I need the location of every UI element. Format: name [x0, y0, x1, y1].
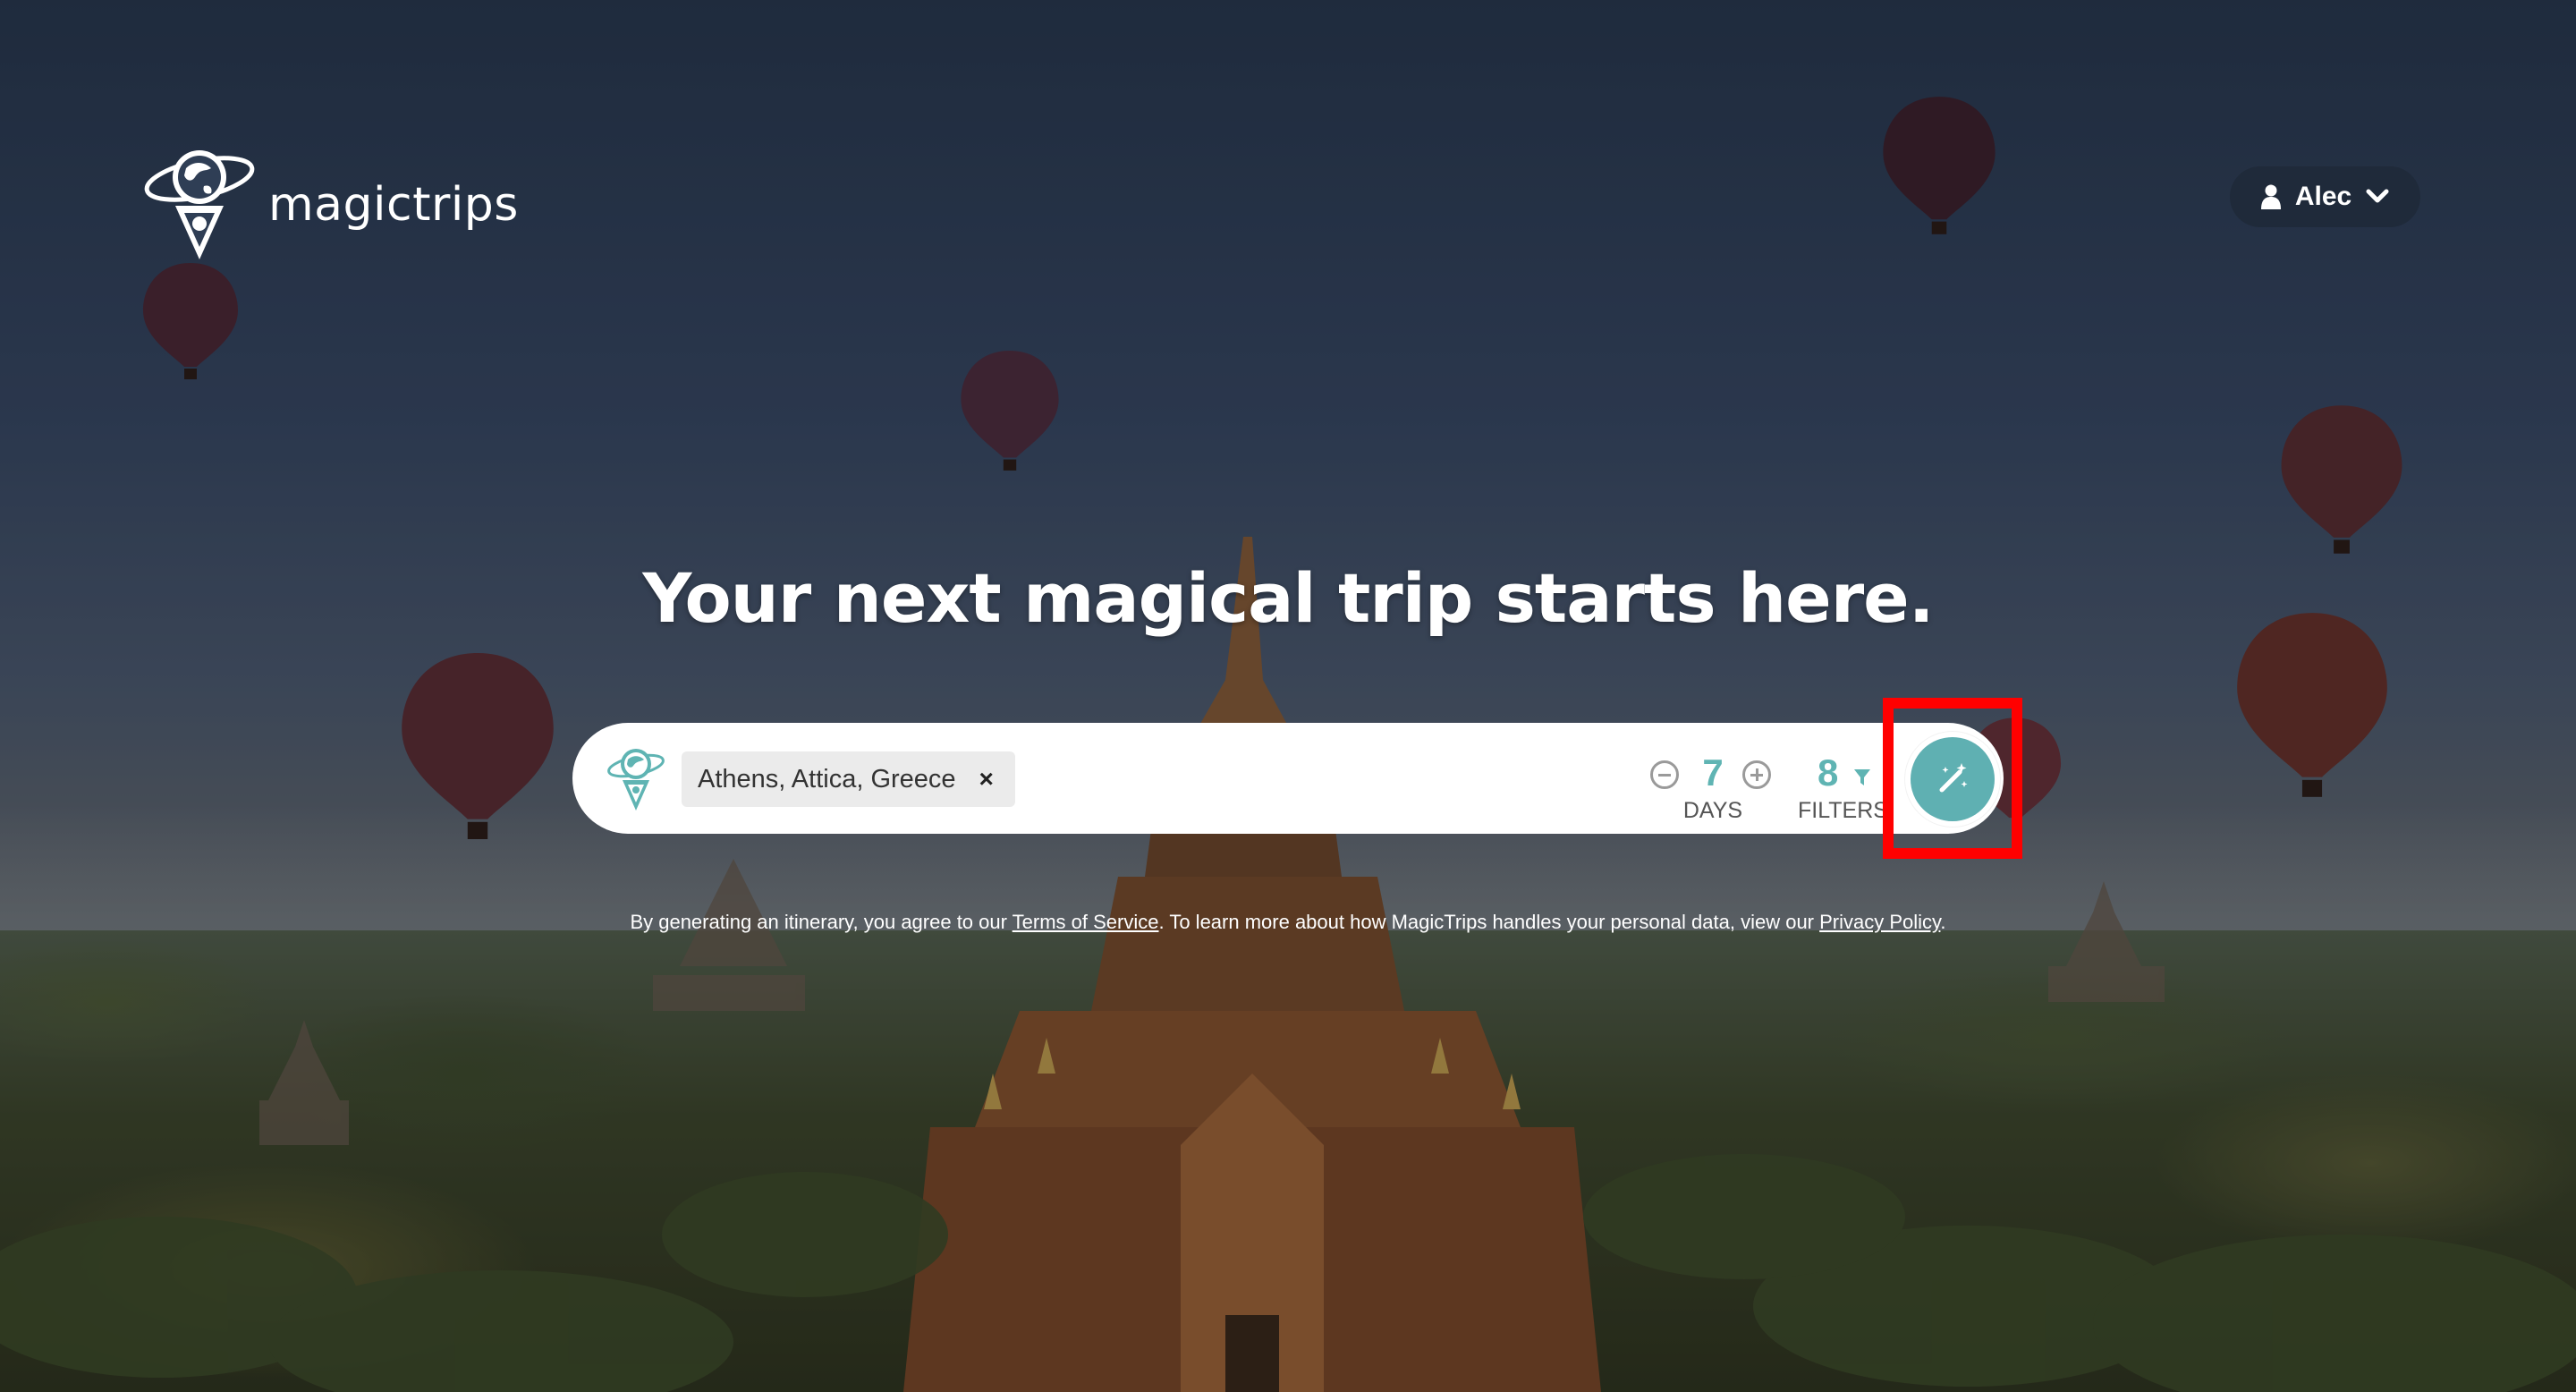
privacy-policy-link[interactable]: Privacy Policy — [1819, 911, 1940, 933]
filters-count: 8 — [1818, 751, 1839, 794]
user-name: Alec — [2294, 182, 2352, 211]
legal-middle: . To learn more about how MagicTrips han… — [1158, 911, 1820, 933]
globe-pin-logo-icon — [144, 150, 255, 259]
destination-tag: Athens, Attica, Greece × — [682, 751, 1015, 807]
plus-circle-icon[interactable] — [1742, 760, 1771, 789]
trip-search-bar: Athens, Attica, Greece × 7 DAYS 8 FILTER… — [572, 723, 2004, 834]
chevron-down-icon — [2366, 189, 2389, 203]
generate-itinerary-button[interactable] — [1905, 732, 2000, 827]
legal-notice: By generating an itinerary, you agree to… — [0, 911, 2576, 934]
brand-name: magictrips — [268, 178, 519, 232]
globe-pin-icon — [607, 749, 665, 811]
days-label: DAYS — [1682, 798, 1743, 823]
destination-label: Athens, Attica, Greece — [698, 764, 956, 794]
legal-prefix: By generating an itinerary, you agree to… — [630, 911, 1013, 933]
user-icon — [2260, 184, 2281, 209]
filter-icon — [1854, 769, 1870, 785]
days-stepper: 7 DAYS — [1650, 751, 1775, 832]
filters-button[interactable]: 8 FILTERS — [1798, 751, 1905, 832]
page-headline: Your next magical trip starts here. — [642, 558, 1934, 638]
filters-label: FILTERS — [1798, 798, 1888, 823]
legal-suffix: . — [1940, 911, 1946, 933]
days-value: 7 — [1702, 751, 1724, 794]
minus-circle-icon[interactable] — [1650, 760, 1679, 789]
magic-wand-icon — [1939, 763, 1968, 793]
user-menu-button[interactable]: Alec — [2230, 166, 2420, 227]
brand-logo[interactable]: magictrips — [141, 141, 519, 263]
remove-destination-button[interactable]: × — [979, 765, 994, 794]
terms-of-service-link[interactable]: Terms of Service — [1013, 911, 1159, 933]
